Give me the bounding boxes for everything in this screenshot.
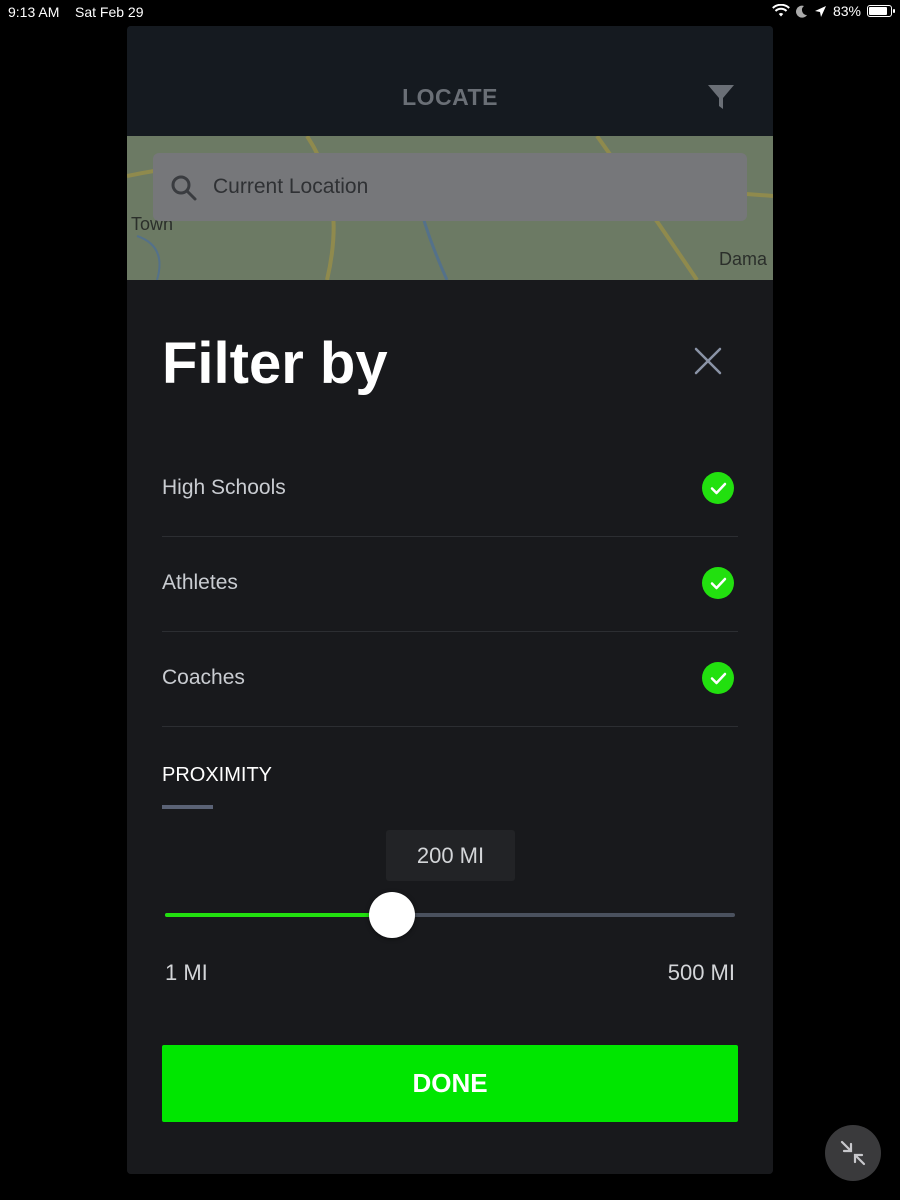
search-input[interactable]: Current Location <box>213 175 368 199</box>
app-window: LOCATE Town Dama Current Location Filter… <box>127 26 773 1174</box>
filter-option-coaches[interactable]: Coaches <box>162 632 738 727</box>
filter-option-high-schools[interactable]: High Schools <box>162 442 738 537</box>
done-button[interactable]: DONE <box>162 1045 738 1122</box>
checkmark-icon[interactable] <box>702 662 734 694</box>
filter-icon[interactable] <box>705 81 737 113</box>
proximity-slider-fill <box>165 913 392 917</box>
filter-option-label: Athletes <box>162 571 238 594</box>
map-label-dama: Dama <box>719 249 768 269</box>
filter-sheet: Filter by High Schools Athletes Coaches … <box>127 280 773 1174</box>
proximity-slider-thumb[interactable] <box>369 892 415 938</box>
status-date: Sat Feb 29 <box>75 4 144 20</box>
status-bar: 9:13 AM Sat Feb 29 83% <box>0 0 900 24</box>
sheet-title: Filter by <box>162 331 388 396</box>
moon-icon <box>795 5 807 18</box>
search-bar[interactable]: Current Location <box>153 153 747 221</box>
top-bar: LOCATE <box>127 26 773 136</box>
slider-min-label: 1 MI <box>165 960 208 985</box>
slider-value-tooltip: 200 MI <box>386 830 515 881</box>
search-icon <box>171 175 197 201</box>
battery-icon <box>867 5 895 17</box>
proximity-underline <box>162 805 213 809</box>
wifi-icon <box>772 4 790 17</box>
page-title: LOCATE <box>402 84 498 110</box>
proximity-slider-track[interactable] <box>165 913 735 917</box>
location-arrow-icon <box>814 5 826 17</box>
filter-option-athletes[interactable]: Athletes <box>162 537 738 632</box>
filter-option-label: High Schools <box>162 476 286 499</box>
minimize-icon <box>840 1140 866 1166</box>
close-icon[interactable] <box>692 345 724 377</box>
minimize-button[interactable] <box>825 1125 881 1181</box>
battery-percent: 83% <box>832 3 861 19</box>
map-view[interactable]: Town Dama Current Location <box>127 136 773 280</box>
checkmark-icon[interactable] <box>702 472 734 504</box>
proximity-label: PROXIMITY <box>162 764 273 786</box>
slider-max-label: 500 MI <box>667 960 735 985</box>
filter-option-label: Coaches <box>162 666 245 689</box>
checkmark-icon[interactable] <box>702 567 734 599</box>
status-indicators: 83% <box>772 3 895 19</box>
status-time: 9:13 AM <box>8 4 60 20</box>
